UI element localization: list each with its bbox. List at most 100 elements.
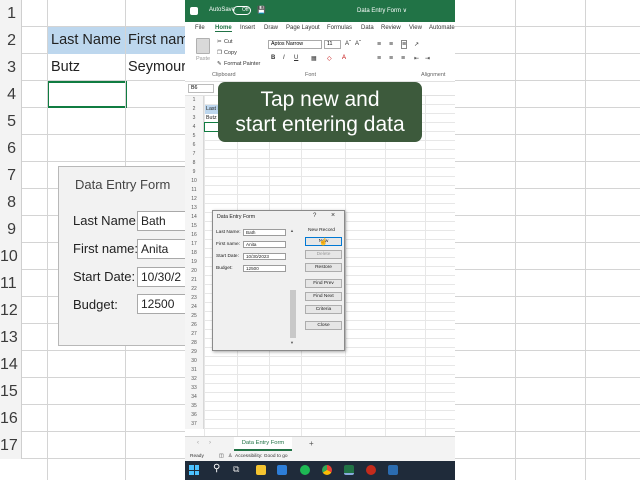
sheet-row[interactable]: 6 [185,141,455,150]
row-number[interactable]: 17 [185,240,204,249]
task-view-icon[interactable]: ⧉ [233,464,239,475]
outdent-icon[interactable]: ⇥ [425,55,430,62]
tab-view[interactable]: View [409,25,422,31]
tab-insert[interactable]: Insert [240,25,255,31]
restore-button[interactable]: Restore [305,263,342,272]
row-number[interactable]: 14 [185,213,204,222]
row-number[interactable]: 10 [185,177,204,186]
tab-file[interactable]: File [195,25,205,31]
tab-draw[interactable]: Draw [264,25,278,31]
tab-page-layout[interactable]: Page Layout [286,25,320,31]
find-prev-button[interactable]: Find Prev [305,279,342,288]
row-number[interactable]: 26 [185,321,204,330]
italic-icon[interactable]: I [283,55,285,61]
font-name-box[interactable]: Aptos Narrow [268,40,322,49]
row-number[interactable]: 31 [185,366,204,375]
scroll-down-icon[interactable]: ▼ [290,340,294,345]
prev-sheet-icon[interactable]: ‹ [197,440,199,446]
row-number[interactable]: 29 [185,348,204,357]
spotify-icon[interactable] [300,465,310,475]
autosave-toggle[interactable]: Off [233,6,251,15]
start-date-field[interactable]: 10/30/2023 [243,253,286,260]
align-middle-icon[interactable]: ≡ [389,41,393,48]
row-number[interactable]: 22 [185,285,204,294]
criteria-button[interactable]: Criteria [305,305,342,314]
font-size-box[interactable]: 11 [324,40,341,49]
row-number[interactable]: 15 [185,222,204,231]
sheet-row[interactable]: 30 [185,357,455,366]
row-number[interactable]: 3 [185,114,204,123]
budget-field[interactable]: 12500 [243,265,286,272]
bold-icon[interactable]: B [271,55,275,61]
outlook-icon[interactable] [277,465,287,475]
tab-data[interactable]: Data [361,25,374,31]
format-painter-button[interactable]: Format Painter [224,61,260,67]
sheet-row[interactable]: 37 [185,420,455,429]
row-number[interactable]: 35 [185,402,204,411]
close-button[interactable]: Close [305,321,342,330]
row-number[interactable]: 13 [185,204,204,213]
tab-automate[interactable]: Automate [429,25,455,31]
row-number[interactable]: 32 [185,375,204,384]
row-number[interactable]: 7 [185,150,204,159]
help-button[interactable]: ? [313,213,316,219]
name-box[interactable]: B6 [188,84,214,93]
fill-color-icon[interactable]: ◇ [327,55,332,62]
app-icon[interactable] [388,465,398,475]
sheet-row[interactable]: 32 [185,375,455,384]
row-number[interactable]: 19 [185,258,204,267]
row-number[interactable]: 6 [185,141,204,150]
add-sheet-button[interactable]: + [309,439,314,448]
delete-button[interactable]: Delete [305,250,342,259]
sheet-row[interactable]: 36 [185,411,455,420]
sheet-row[interactable]: 10 [185,177,455,186]
next-sheet-icon[interactable]: › [209,440,211,446]
workbook-title[interactable]: Data Entry Form ∨ [357,7,407,14]
row-number[interactable]: 25 [185,312,204,321]
align-left-icon[interactable]: ≡ [377,55,381,62]
sheet-row[interactable]: 31 [185,366,455,375]
row-number[interactable]: 18 [185,249,204,258]
align-right-icon[interactable]: ≡ [401,55,405,62]
last-name-field[interactable]: Bath [243,229,286,236]
row-number[interactable]: 9 [185,168,204,177]
chrome-icon[interactable] [322,465,332,475]
align-top-icon[interactable]: ≡ [377,41,381,48]
close-icon[interactable]: × [331,212,335,219]
row-number[interactable]: 34 [185,393,204,402]
sheet-row[interactable]: 34 [185,393,455,402]
font-color-icon[interactable]: A [342,55,346,61]
row-number[interactable]: 16 [185,231,204,240]
align-bottom-icon[interactable]: ≡ [401,40,408,49]
scroll-up-icon[interactable]: ▲ [290,228,294,233]
row-number[interactable]: 5 [185,132,204,141]
macro-icon[interactable]: ◫ [219,453,224,459]
paste-button[interactable]: Paste [196,56,210,62]
underline-icon[interactable]: U [294,55,298,61]
row-number[interactable]: 30 [185,357,204,366]
borders-icon[interactable]: ▦ [311,55,317,62]
start-icon[interactable] [189,465,199,475]
row-number[interactable]: 27 [185,330,204,339]
record-scrollbar[interactable]: ▲ ▼ [290,228,296,346]
row-number[interactable]: 36 [185,411,204,420]
sheet-tab-data-entry-form[interactable]: Data Entry Form [234,437,292,451]
tab-review[interactable]: Review [381,25,401,31]
sheet-row[interactable]: 35 [185,402,455,411]
align-center-icon[interactable]: ≡ [389,55,393,62]
tab-formulas[interactable]: Formulas [327,25,352,31]
paste-icon[interactable] [196,38,210,54]
excel-taskbar-icon[interactable] [344,465,354,475]
sheet-row[interactable]: 11 [185,186,455,195]
row-number[interactable]: 11 [185,186,204,195]
copy-button[interactable]: Copy [224,50,237,56]
file-explorer-icon[interactable] [256,465,266,475]
row-number[interactable]: 8 [185,159,204,168]
increase-font-icon[interactable]: Aˆ [345,41,351,47]
row-number[interactable]: 4 [185,123,204,132]
sheet-row[interactable]: 7 [185,150,455,159]
status-accessibility[interactable]: Accessibility: Good to go [235,454,288,459]
row-number[interactable]: 37 [185,420,204,429]
row-number[interactable]: 1 [185,96,204,105]
save-icon[interactable]: 💾 [257,6,266,14]
